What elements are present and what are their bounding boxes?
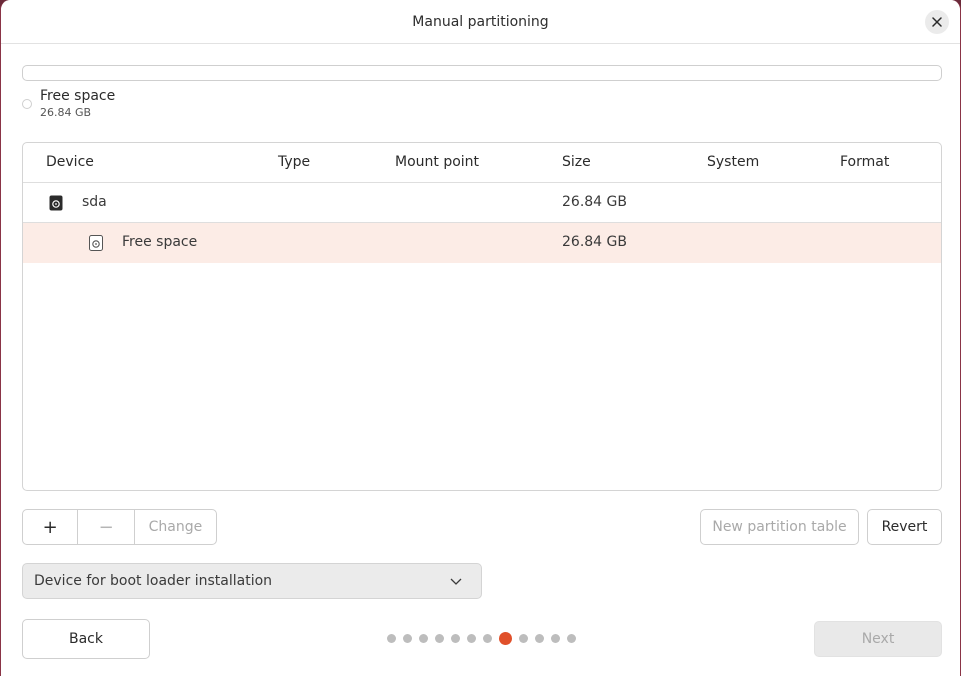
device-size: 26.84 GB [562,194,627,210]
close-button[interactable] [925,10,949,34]
free-space-swatch [22,99,32,109]
drive-icon [49,195,63,211]
step-dot [387,634,396,643]
title-bar: Manual partitioning [1,0,960,44]
remove-partition-button[interactable]: − [78,510,135,544]
revert-button[interactable]: Revert [867,509,942,545]
step-dot [535,634,544,643]
partition-size: 26.84 GB [562,234,627,250]
bootloader-label: Device for boot loader installation [34,573,273,589]
legend-name: Free space [40,88,116,104]
new-partition-table-button[interactable]: New partition table [700,509,859,545]
installer-window: Manual partitioning Free space 26.84 GB … [0,0,961,676]
close-icon [932,17,942,27]
column-mount-point[interactable]: Mount point [395,154,479,170]
device-name: sda [82,194,107,210]
step-dot [467,634,476,643]
column-device[interactable]: Device [46,154,94,170]
step-dot [403,634,412,643]
bootloader-device-select[interactable]: Device for boot loader installation [22,563,482,599]
window-title: Manual partitioning [412,13,549,30]
partition-actions: + − Change [22,509,217,545]
change-partition-button[interactable]: Change [135,510,216,544]
chevron-down-icon [450,578,462,585]
partition-name: Free space [122,234,198,250]
step-dot [483,634,492,643]
step-dot [551,634,560,643]
table-header: Device Type Mount point Size System Form… [23,143,941,183]
column-format[interactable]: Format [840,154,889,170]
step-dot [519,634,528,643]
disk-legend: Free space 26.84 GB [22,88,115,121]
legend-size: 26.84 GB [40,106,92,119]
step-indicator [387,632,583,645]
step-dot [451,634,460,643]
table-row-free-space[interactable]: Free space 26.84 GB [23,223,941,263]
step-dot [567,634,576,643]
step-dot-current [499,632,512,645]
next-button[interactable]: Next [814,621,942,657]
add-partition-button[interactable]: + [23,510,79,544]
partition-icon [89,235,103,251]
partition-table: Device Type Mount point Size System Form… [22,142,942,491]
step-dot [419,634,428,643]
back-button[interactable]: Back [22,619,150,659]
column-system[interactable]: System [707,154,759,170]
column-size[interactable]: Size [562,154,591,170]
column-type[interactable]: Type [278,154,310,170]
step-dot [435,634,444,643]
disk-usage-bar [22,65,942,81]
table-row-sda[interactable]: sda 26.84 GB [23,183,941,223]
